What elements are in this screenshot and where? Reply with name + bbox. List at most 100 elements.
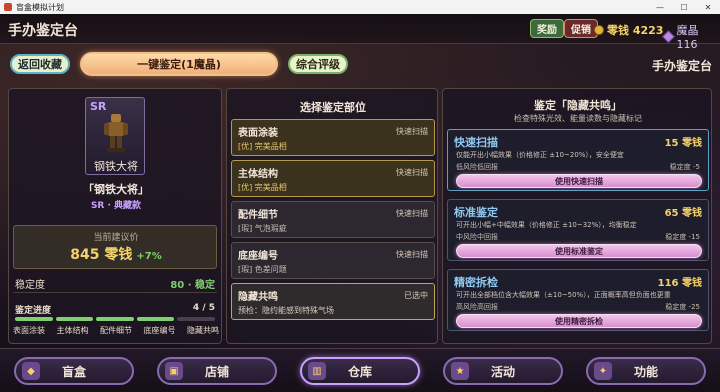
tab-label: 功能 [633, 364, 658, 379]
progress-segment [177, 317, 215, 321]
method-card-precision: 精密拆检 116 零钱 可开出全部档位含大幅效果（±10~50%），正面概率高但… [447, 269, 709, 331]
part-name: 底座编号 [238, 251, 278, 262]
progress-part-label: 表面涂装 [13, 326, 45, 335]
use-quick-scan-button[interactable]: 使用快速扫描 [456, 174, 702, 188]
gem-icon [662, 30, 675, 43]
tab-label: 店铺 [204, 364, 229, 379]
use-precision-inspection-button[interactable]: 使用精密拆检 [456, 314, 702, 328]
price-value: 845 零钱 [70, 247, 133, 263]
app-icon [4, 3, 12, 11]
page-title: 手办鉴定台 [8, 23, 78, 39]
tab-label: 活动 [490, 364, 515, 379]
promo-button[interactable]: 促销 [564, 19, 598, 38]
progress-part-label: 配件细节 [100, 326, 132, 335]
tab-label: 盲盒 [61, 364, 86, 379]
rarity-tag: SR [90, 100, 107, 113]
method-card-quick: 快速扫描 15 零钱 仅能开出小幅效果（价格修正 ±10~20%），安全便宜 低… [447, 129, 709, 191]
method-card-standard: 标准鉴定 65 零钱 可开出小幅+中幅效果（价格修正 ±10~32%），均衡稳定… [447, 199, 709, 261]
method-stability: 稳定度 -25 [665, 303, 700, 311]
tab-feature[interactable]: ✦ 功能 [586, 357, 706, 385]
reward-button[interactable]: 奖励 [530, 19, 564, 38]
minimize-icon[interactable]: — [648, 0, 672, 14]
part-result: [优] 完美品相 [238, 142, 287, 151]
method-name: 精密拆检 [454, 276, 498, 289]
progress-part-label: 主体结构 [56, 326, 89, 335]
appraisal-title: 鉴定「隐藏共鸣」 [534, 99, 622, 112]
part-select-panel: 选择鉴定部位 表面涂装 快速扫描 [优] 完美品相 主体结构 快速扫描 [优] … [226, 88, 438, 344]
method-price: 116 零钱 [657, 278, 702, 289]
figure-grade: SR · 典藏款 [90, 201, 142, 211]
window-title: 盲盒模拟计划 [16, 2, 64, 12]
warehouse-icon: ▥ [308, 362, 326, 380]
method-name: 标准鉴定 [454, 206, 498, 219]
overall-rating-button[interactable]: 综合评级 [288, 54, 348, 74]
tab-shop[interactable]: ▣ 店铺 [157, 357, 277, 385]
tab-label: 仓库 [347, 364, 372, 379]
coins-display: 零钱 4223 [594, 22, 663, 38]
gems-display: 魔晶 116 [662, 22, 720, 51]
part-name: 表面涂装 [238, 128, 278, 139]
progress-segment [96, 317, 134, 321]
close-icon[interactable]: ✕ [696, 0, 720, 14]
figure-name: 「钢铁大将」 [83, 183, 149, 196]
figure-card-name: 钢铁大将 [94, 160, 138, 173]
part-status: 快速扫描 [396, 250, 428, 259]
bottom-tab-bar: ◆ 盲盒 ▣ 店铺 ▥ 仓库 ★ 活动 ✦ 功能 [0, 348, 720, 392]
part-name: 主体结构 [238, 169, 278, 180]
part-card-surface[interactable]: 表面涂装 快速扫描 [优] 完美品相 [231, 119, 435, 156]
figure-image [104, 114, 128, 152]
method-name: 快速扫描 [454, 136, 498, 149]
appraisal-method-panel: 鉴定「隐藏共鸣」 检查特殊光效、能量读数与隐藏标记 快速扫描 15 零钱 仅能开… [442, 88, 712, 344]
progress-segment [15, 317, 53, 321]
figure-info-panel: SR 钢铁大将 「钢铁大将」 SR · 典藏款 当前建议价 845 零钱 +7% … [8, 88, 222, 344]
price-change: +7% [136, 251, 162, 262]
appraisal-subtitle: 检查特殊光效、能量读数与隐藏标记 [514, 114, 642, 123]
price-box: 当前建议价 845 零钱 +7% [13, 225, 217, 269]
tab-event[interactable]: ★ 活动 [443, 357, 563, 385]
stability-row: 稳定度 80 · 稳定 [13, 275, 217, 293]
part-name: 隐藏共鸣 [238, 292, 278, 303]
part-card-accessory[interactable]: 配件细节 快速扫描 [瑕] 气泡瑕疵 [231, 201, 435, 238]
method-stability: 稳定度 -5 [669, 163, 700, 171]
blind-box-icon: ◆ [22, 362, 40, 380]
progress-segment [136, 317, 175, 321]
part-result: [瑕] 气泡瑕疵 [238, 224, 287, 233]
one-click-appraise-button[interactable]: 一键鉴定(1魔晶) [80, 52, 278, 76]
method-risk: 低风险低回报 [456, 163, 498, 171]
gems-text: 魔晶 116 [676, 24, 699, 51]
maximize-icon[interactable]: ☐ [672, 0, 696, 14]
progress-count: 4 / 5 [192, 303, 215, 313]
top-header: 手办鉴定台 奖励 促销 零钱 4223 魔晶 116 [0, 14, 720, 51]
back-to-collection-button[interactable]: 返回收藏 [10, 54, 70, 74]
price-label: 当前建议价 [93, 233, 139, 243]
event-icon: ★ [451, 362, 469, 380]
part-status: 快速扫描 [396, 168, 428, 177]
price-value-row: 845 零钱 +7% [14, 244, 218, 264]
method-price: 15 零钱 [664, 138, 702, 149]
tab-warehouse[interactable]: ▥ 仓库 [300, 357, 420, 385]
part-status: 快速扫描 [396, 209, 428, 218]
part-card-resonance[interactable]: 隐藏共鸣 已选中 预检：隐约能感到特殊气场 [231, 283, 435, 320]
coin-icon [594, 25, 604, 35]
progress-header: 鉴定进度 4 / 5 [15, 303, 215, 316]
method-desc: 仅能开出小幅效果（价格修正 ±10~20%），安全便宜 [456, 151, 624, 159]
progress-part-label: 隐藏共鸣 [187, 326, 219, 335]
feature-icon: ✦ [594, 362, 612, 380]
shop-icon: ▣ [165, 362, 183, 380]
method-desc: 可开出全部档位含大幅效果（±10~50%），正面概率高但负面也更重 [456, 291, 671, 299]
method-risk: 中风险中回报 [456, 233, 498, 241]
progress-bar [15, 317, 215, 321]
figure-card[interactable]: SR 钢铁大将 [85, 97, 145, 175]
part-result: [优] 完美品相 [238, 183, 287, 192]
window-titlebar: 盲盒模拟计划 — ☐ ✕ [0, 0, 720, 14]
part-result: [瑕] 色差问题 [238, 265, 287, 274]
part-card-body[interactable]: 主体结构 快速扫描 [优] 完美品相 [231, 160, 435, 197]
part-card-base[interactable]: 底座编号 快速扫描 [瑕] 色差问题 [231, 242, 435, 279]
use-standard-appraisal-button[interactable]: 使用标准鉴定 [456, 244, 702, 258]
part-status: 已选中 [404, 291, 428, 300]
nav-row: 返回收藏 一键鉴定(1魔晶) 综合评级 手办鉴定台 [0, 52, 720, 76]
part-result: 预检：隐约能感到特殊气场 [238, 306, 334, 315]
progress-part-label: 底座编号 [143, 326, 176, 335]
progress-labels: 表面涂装 主体结构 配件细节 底座编号 隐藏共鸣 [13, 325, 219, 336]
tab-blind-box[interactable]: ◆ 盲盒 [14, 357, 134, 385]
